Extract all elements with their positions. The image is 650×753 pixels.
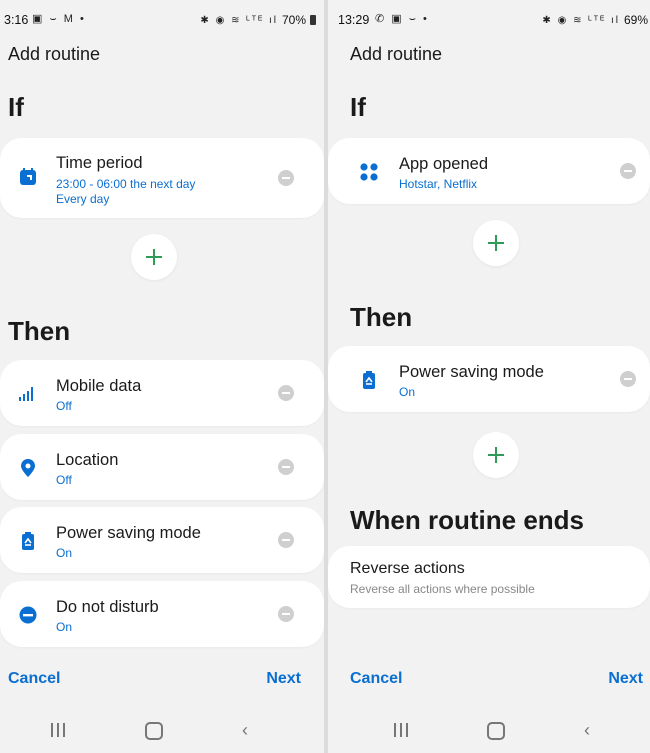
cancel-button[interactable]: Cancel [8, 670, 60, 688]
add-condition-button[interactable] [131, 234, 177, 280]
condition-name: App opened [399, 155, 489, 173]
action-name: Location [56, 451, 119, 469]
minus-circle-icon [18, 605, 38, 625]
if-heading: If [8, 92, 24, 122]
condition-time-range: 23:00 - 06:00 the next day [56, 177, 196, 191]
cancel-button[interactable]: Cancel [350, 670, 402, 688]
remove-action-button[interactable] [278, 532, 294, 548]
if-condition-card[interactable]: App opened Hotstar, Netflix [328, 138, 650, 204]
action-card-location[interactable]: Location Off [0, 434, 324, 500]
remove-action-button[interactable] [620, 371, 636, 387]
status-bar: 13:29 ✆ ▣ ⌣ • ✱ ◉ ≋ ᴸᵀᴱ ıl 69% [328, 6, 650, 32]
then-heading: Then [8, 316, 71, 346]
back-icon[interactable]: ‹ [584, 721, 590, 739]
status-time: 13:29 [338, 13, 370, 27]
action-card-do-not-disturb[interactable]: Do not disturb On [0, 581, 324, 647]
status-time: 3:16 [4, 13, 29, 27]
navigation-bar: ‹ [0, 720, 324, 742]
notification-icons: ▣ ⌣ M • [32, 13, 86, 25]
status-right: ✱ ◉ ≋ ᴸᵀᴱ ıl 69% [542, 13, 648, 27]
calendar-icon [18, 167, 38, 187]
battery-percent: 70% [281, 13, 306, 27]
reverse-actions-option[interactable]: Reverse actions Reverse all actions wher… [328, 546, 650, 608]
action-name: Do not disturb [56, 598, 159, 616]
when-routine-ends-heading: When routine ends [350, 505, 584, 535]
status-bar: 3:16 ▣ ⌣ M • ✱ ◉ ≋ ᴸᵀᴱ ıl 70% [0, 6, 324, 32]
recent-apps-icon[interactable] [394, 723, 408, 737]
remove-condition-button[interactable] [620, 163, 636, 179]
reverse-actions-description: Reverse all actions where possible [350, 582, 535, 596]
battery-percent: 69% [623, 13, 648, 27]
back-icon[interactable]: ‹ [242, 721, 248, 739]
home-icon[interactable] [487, 722, 505, 740]
action-name: Mobile data [56, 377, 142, 395]
next-button[interactable]: Next [608, 670, 643, 688]
condition-name: Time period [56, 154, 143, 172]
action-value: On [399, 385, 416, 399]
location-pin-icon [18, 458, 38, 478]
action-card-mobile-data[interactable]: Mobile data Off [0, 360, 324, 426]
next-button[interactable]: Next [266, 670, 301, 688]
action-value: Off [56, 399, 72, 413]
action-value: Off [56, 473, 72, 487]
remove-action-button[interactable] [278, 459, 294, 475]
action-card-power-saving[interactable]: Power saving mode On [0, 507, 324, 573]
recent-apps-icon[interactable] [51, 723, 65, 737]
if-heading: If [350, 92, 366, 122]
battery-icon [310, 15, 316, 25]
battery-recycle-icon [359, 370, 379, 390]
if-condition-card[interactable]: Time period 23:00 - 06:00 the next day E… [0, 138, 324, 218]
remove-condition-button[interactable] [278, 170, 294, 186]
signal-bars-icon [18, 384, 38, 404]
add-action-button[interactable] [473, 432, 519, 478]
home-icon[interactable] [145, 722, 163, 740]
battery-recycle-icon [18, 531, 38, 551]
action-name: Power saving mode [399, 363, 544, 381]
condition-apps: Hotstar, Netflix [399, 177, 478, 191]
system-icons: ✱ ◉ ≋ ᴸᵀᴱ ıl [200, 14, 278, 26]
navigation-bar: ‹ [328, 720, 650, 742]
condition-repeat: Every day [56, 192, 110, 206]
right-screen: 13:29 ✆ ▣ ⌣ • ✱ ◉ ≋ ᴸᵀᴱ ıl 69% Add routi… [328, 0, 650, 753]
remove-action-button[interactable] [278, 385, 294, 401]
left-screen: 3:16 ▣ ⌣ M • ✱ ◉ ≋ ᴸᵀᴱ ıl 70% Add routin… [0, 0, 324, 753]
action-card-power-saving[interactable]: Power saving mode On [328, 346, 650, 412]
page-title: Add routine [8, 44, 101, 64]
then-heading: Then [350, 302, 413, 332]
page-title: Add routine [350, 44, 443, 64]
system-icons: ✱ ◉ ≋ ᴸᵀᴱ ıl [542, 14, 620, 26]
notification-icons: ✆ ▣ ⌣ • [375, 13, 429, 25]
four-dots-grid-icon [359, 162, 379, 182]
action-value: On [56, 546, 73, 560]
status-right: ✱ ◉ ≋ ᴸᵀᴱ ıl 70% [200, 13, 316, 27]
add-condition-button[interactable] [473, 220, 519, 266]
remove-action-button[interactable] [278, 606, 294, 622]
action-name: Power saving mode [56, 524, 201, 542]
action-value: On [56, 620, 73, 634]
reverse-actions-title: Reverse actions [350, 560, 465, 577]
